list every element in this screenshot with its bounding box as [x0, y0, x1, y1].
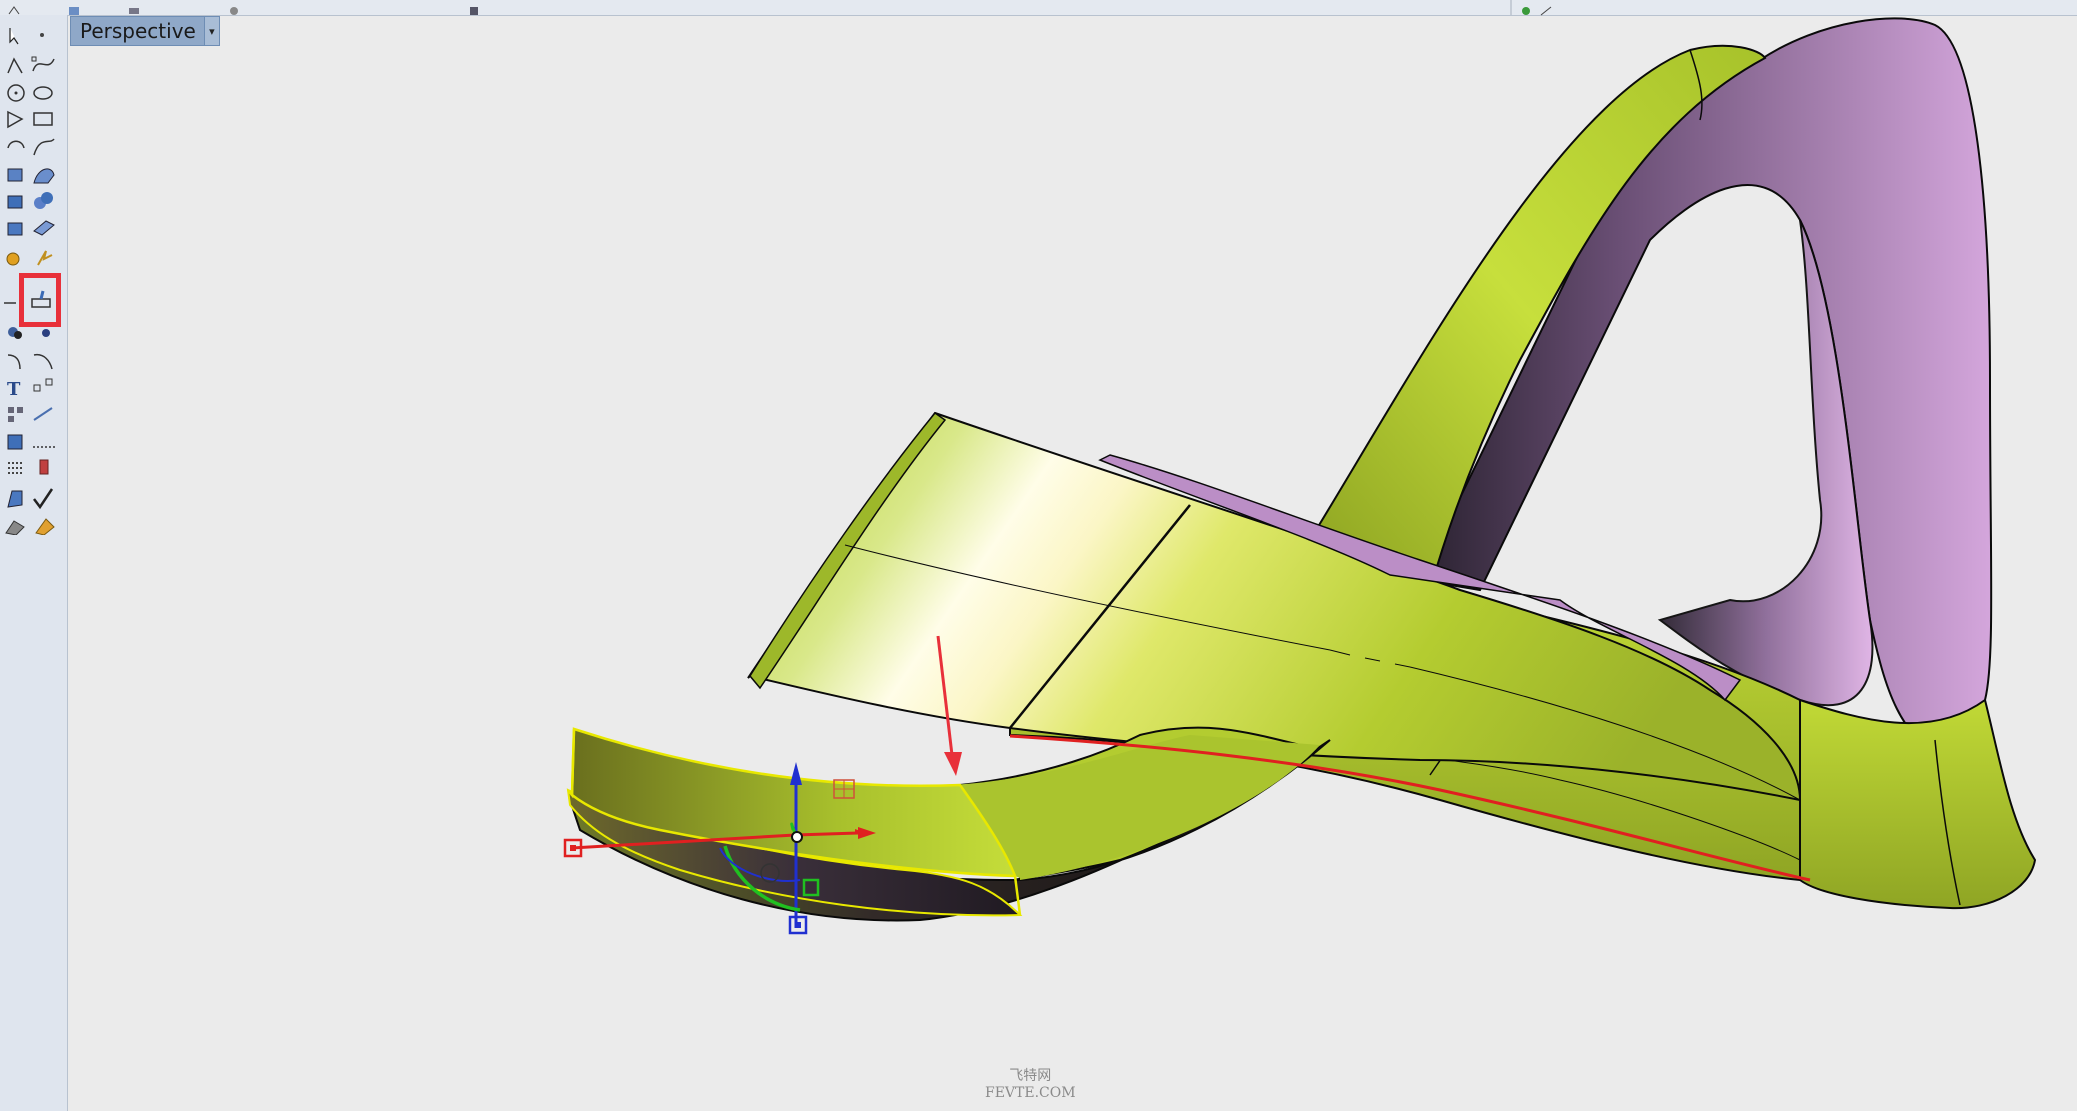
- polyline-icon[interactable]: [7, 57, 23, 74]
- ellipse-icon[interactable]: [33, 86, 53, 100]
- sweep-icon[interactable]: [33, 168, 55, 184]
- watermark: 飞特网 FEVTE.COM: [985, 1068, 1076, 1102]
- model-scene[interactable]: [0, 0, 2077, 1111]
- box-solid-icon[interactable]: [7, 195, 23, 209]
- caret-down-icon[interactable]: ▾: [203, 17, 219, 45]
- scale-icon[interactable]: [33, 378, 53, 392]
- render-icon[interactable]: [7, 490, 23, 508]
- lightning-icon[interactable]: [37, 250, 53, 266]
- surface-right-leg: [1799, 698, 2037, 910]
- curve-cv-icon[interactable]: [31, 56, 55, 72]
- text-icon[interactable]: T: [7, 379, 21, 400]
- gear-icon[interactable]: [6, 252, 20, 266]
- check-icon[interactable]: [33, 488, 54, 510]
- gumball-origin[interactable]: [791, 831, 803, 843]
- watermark-english: FEVTE.COM: [985, 1084, 1076, 1101]
- polygon-icon[interactable]: [7, 110, 24, 129]
- fillet-curve-icon[interactable]: [7, 354, 21, 370]
- sphere-solid-icon[interactable]: [34, 192, 53, 209]
- rectangle-icon[interactable]: [33, 112, 53, 126]
- solid-tools-icon[interactable]: [5, 520, 25, 535]
- curve-blend-icon[interactable]: [33, 138, 55, 156]
- boolean-icon[interactable]: [8, 327, 22, 339]
- gumball-z-arrow[interactable]: [790, 762, 802, 785]
- block-icon[interactable]: [7, 434, 23, 450]
- paint-icon[interactable]: [35, 518, 55, 535]
- selected-segment-edge: [567, 728, 576, 799]
- dimension-icon[interactable]: [33, 407, 53, 421]
- blend-curve-icon[interactable]: [33, 353, 53, 370]
- tool-highlight-box: [19, 273, 61, 327]
- point-icon[interactable]: [40, 33, 44, 37]
- cylinder-icon[interactable]: [7, 222, 23, 236]
- svg-text:T: T: [7, 379, 21, 400]
- grid-array-icon[interactable]: [8, 462, 24, 474]
- left-toolbar: T: [0, 15, 68, 1111]
- viewport-title-tab[interactable]: Perspective ▾: [70, 16, 220, 46]
- select-arrow-icon[interactable]: [9, 28, 19, 45]
- viewport-title[interactable]: Perspective: [71, 19, 204, 43]
- plane-surface-icon[interactable]: [33, 220, 55, 236]
- arc-icon[interactable]: [7, 140, 25, 149]
- array-icon[interactable]: [8, 407, 23, 422]
- point-on-icon[interactable]: [42, 329, 50, 337]
- circle-icon[interactable]: [7, 84, 25, 102]
- surface-cv-icon[interactable]: [7, 168, 23, 182]
- inspect-icon[interactable]: [39, 459, 49, 475]
- watermark-chinese: 飞特网: [1009, 1068, 1052, 1084]
